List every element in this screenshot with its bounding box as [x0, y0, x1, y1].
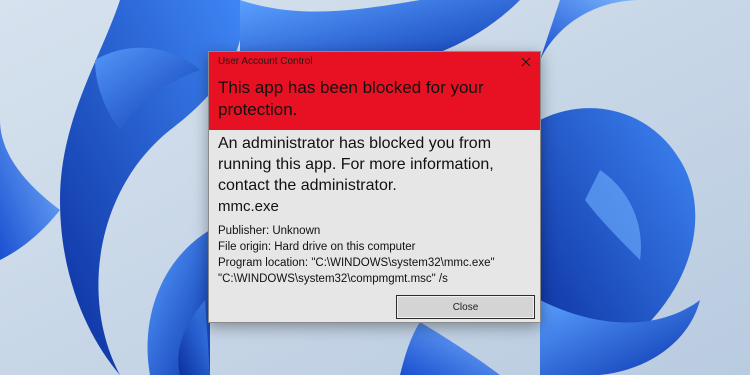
program-location-text: Program location: "C:\WINDOWS\system32\m…	[218, 257, 495, 285]
dialog-heading: This app has been blocked for your prote…	[218, 78, 484, 119]
uac-header-banner: User Account Control This app has been b…	[209, 52, 540, 130]
file-origin-text: File origin: Hard drive on this computer	[218, 241, 416, 253]
dialog-message: An administrator has blocked you from ru…	[218, 135, 494, 194]
program-details: Publisher: Unknown File origin: Hard dri…	[218, 223, 540, 287]
window-title: User Account Control	[218, 56, 313, 67]
close-button[interactable]: Close	[396, 295, 535, 319]
publisher-text: Publisher: Unknown	[218, 225, 321, 237]
uac-dialog: User Account Control This app has been b…	[208, 51, 541, 323]
program-name: mmc.exe	[218, 198, 279, 215]
close-icon[interactable]	[516, 53, 536, 71]
